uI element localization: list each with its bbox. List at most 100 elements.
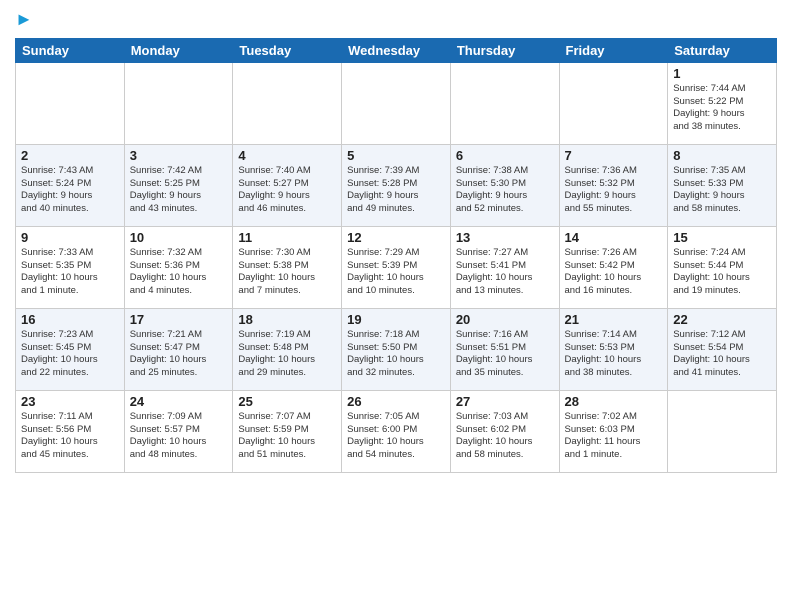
day-info: Sunrise: 7:02 AM Sunset: 6:03 PM Dayligh…: [565, 411, 663, 462]
day-number: 5: [347, 148, 445, 163]
day-number: 2: [21, 148, 119, 163]
day-number: 20: [456, 312, 554, 327]
day-number: 10: [130, 230, 228, 245]
day-info: Sunrise: 7:32 AM Sunset: 5:36 PM Dayligh…: [130, 247, 228, 298]
day-number: 26: [347, 394, 445, 409]
day-number: 19: [347, 312, 445, 327]
day-info: Sunrise: 7:11 AM Sunset: 5:56 PM Dayligh…: [21, 411, 119, 462]
calendar-cell: 23 Sunrise: 7:11 AM Sunset: 5:56 PM Dayli…: [16, 390, 125, 472]
day-number: 4: [238, 148, 336, 163]
day-info: Sunrise: 7:29 AM Sunset: 5:39 PM Dayligh…: [347, 247, 445, 298]
day-number: 6: [456, 148, 554, 163]
calendar-cell: 15 Sunrise: 7:24 AM Sunset: 5:44 PM Dayli…: [668, 226, 777, 308]
day-info: Sunrise: 7:44 AM Sunset: 5:22 PM Dayligh…: [673, 83, 771, 134]
header: ►: [15, 10, 777, 30]
day-info: Sunrise: 7:23 AM Sunset: 5:45 PM Dayligh…: [21, 329, 119, 380]
day-info: Sunrise: 7:12 AM Sunset: 5:54 PM Dayligh…: [673, 329, 771, 380]
calendar-cell: 16 Sunrise: 7:23 AM Sunset: 5:45 PM Dayli…: [16, 308, 125, 390]
day-number: 17: [130, 312, 228, 327]
day-info: Sunrise: 7:30 AM Sunset: 5:38 PM Dayligh…: [238, 247, 336, 298]
day-info: Sunrise: 7:21 AM Sunset: 5:47 PM Dayligh…: [130, 329, 228, 380]
calendar-cell: [450, 62, 559, 144]
logo-icon-shape: ►: [15, 9, 33, 29]
calendar-cell: 17 Sunrise: 7:21 AM Sunset: 5:47 PM Dayli…: [124, 308, 233, 390]
calendar-cell: 11 Sunrise: 7:30 AM Sunset: 5:38 PM Dayli…: [233, 226, 342, 308]
header-day-tuesday: Tuesday: [233, 38, 342, 62]
calendar-cell: [668, 390, 777, 472]
header-day-monday: Monday: [124, 38, 233, 62]
calendar-cell: 7 Sunrise: 7:36 AM Sunset: 5:32 PM Daylig…: [559, 144, 668, 226]
day-number: 1: [673, 66, 771, 81]
day-info: Sunrise: 7:33 AM Sunset: 5:35 PM Dayligh…: [21, 247, 119, 298]
day-number: 16: [21, 312, 119, 327]
day-info: Sunrise: 7:09 AM Sunset: 5:57 PM Dayligh…: [130, 411, 228, 462]
day-number: 7: [565, 148, 663, 163]
calendar-cell: 10 Sunrise: 7:32 AM Sunset: 5:36 PM Dayli…: [124, 226, 233, 308]
calendar-cell: 8Sunrise: 7:35 AM Sunset: 5:33 PM Daylig…: [668, 144, 777, 226]
calendar-cell: 22 Sunrise: 7:12 AM Sunset: 5:54 PM Dayli…: [668, 308, 777, 390]
day-number: 23: [21, 394, 119, 409]
header-day-friday: Friday: [559, 38, 668, 62]
calendar-header: SundayMondayTuesdayWednesdayThursdayFrid…: [16, 38, 777, 62]
calendar-cell: 27Sunrise: 7:03 AM Sunset: 6:02 PM Dayli…: [450, 390, 559, 472]
day-info: Sunrise: 7:24 AM Sunset: 5:44 PM Dayligh…: [673, 247, 771, 298]
calendar-cell: 4 Sunrise: 7:40 AM Sunset: 5:27 PM Daylig…: [233, 144, 342, 226]
day-number: 18: [238, 312, 336, 327]
day-number: 14: [565, 230, 663, 245]
week-row-1: 1 Sunrise: 7:44 AM Sunset: 5:22 PM Daylig…: [16, 62, 777, 144]
page-container: ► SundayMondayTuesdayWednesdayThursdayFr…: [0, 0, 792, 612]
day-number: 25: [238, 394, 336, 409]
day-number: 9: [21, 230, 119, 245]
week-row-4: 16 Sunrise: 7:23 AM Sunset: 5:45 PM Dayli…: [16, 308, 777, 390]
day-number: 3: [130, 148, 228, 163]
day-number: 13: [456, 230, 554, 245]
calendar-cell: 25Sunrise: 7:07 AM Sunset: 5:59 PM Dayli…: [233, 390, 342, 472]
calendar-table: SundayMondayTuesdayWednesdayThursdayFrid…: [15, 38, 777, 473]
logo: ►: [15, 10, 33, 30]
day-info: Sunrise: 7:40 AM Sunset: 5:27 PM Dayligh…: [238, 165, 336, 216]
calendar-body: 1 Sunrise: 7:44 AM Sunset: 5:22 PM Daylig…: [16, 62, 777, 472]
calendar-cell: 26 Sunrise: 7:05 AM Sunset: 6:00 PM Dayli…: [342, 390, 451, 472]
calendar-cell: 24 Sunrise: 7:09 AM Sunset: 5:57 PM Dayli…: [124, 390, 233, 472]
week-row-2: 2 Sunrise: 7:43 AM Sunset: 5:24 PM Daylig…: [16, 144, 777, 226]
day-number: 11: [238, 230, 336, 245]
header-day-sunday: Sunday: [16, 38, 125, 62]
day-number: 12: [347, 230, 445, 245]
calendar-cell: 20 Sunrise: 7:16 AM Sunset: 5:51 PM Dayli…: [450, 308, 559, 390]
week-row-5: 23 Sunrise: 7:11 AM Sunset: 5:56 PM Dayli…: [16, 390, 777, 472]
calendar-cell: 5Sunrise: 7:39 AM Sunset: 5:28 PM Daylig…: [342, 144, 451, 226]
week-row-3: 9 Sunrise: 7:33 AM Sunset: 5:35 PM Daylig…: [16, 226, 777, 308]
calendar-cell: [124, 62, 233, 144]
calendar-cell: 14 Sunrise: 7:26 AM Sunset: 5:42 PM Dayli…: [559, 226, 668, 308]
calendar-cell: 9 Sunrise: 7:33 AM Sunset: 5:35 PM Daylig…: [16, 226, 125, 308]
day-info: Sunrise: 7:16 AM Sunset: 5:51 PM Dayligh…: [456, 329, 554, 380]
day-number: 8: [673, 148, 771, 163]
calendar-cell: 18 Sunrise: 7:19 AM Sunset: 5:48 PM Dayli…: [233, 308, 342, 390]
calendar-cell: 12 Sunrise: 7:29 AM Sunset: 5:39 PM Dayli…: [342, 226, 451, 308]
header-day-wednesday: Wednesday: [342, 38, 451, 62]
day-number: 27: [456, 394, 554, 409]
header-day-saturday: Saturday: [668, 38, 777, 62]
day-number: 15: [673, 230, 771, 245]
day-info: Sunrise: 7:42 AM Sunset: 5:25 PM Dayligh…: [130, 165, 228, 216]
day-number: 28: [565, 394, 663, 409]
day-number: 22: [673, 312, 771, 327]
day-number: 24: [130, 394, 228, 409]
day-info: Sunrise: 7:43 AM Sunset: 5:24 PM Dayligh…: [21, 165, 119, 216]
header-row: SundayMondayTuesdayWednesdayThursdayFrid…: [16, 38, 777, 62]
day-info: Sunrise: 7:19 AM Sunset: 5:48 PM Dayligh…: [238, 329, 336, 380]
day-info: Sunrise: 7:05 AM Sunset: 6:00 PM Dayligh…: [347, 411, 445, 462]
calendar-cell: [342, 62, 451, 144]
calendar-cell: 1 Sunrise: 7:44 AM Sunset: 5:22 PM Daylig…: [668, 62, 777, 144]
day-info: Sunrise: 7:36 AM Sunset: 5:32 PM Dayligh…: [565, 165, 663, 216]
calendar-cell: 13Sunrise: 7:27 AM Sunset: 5:41 PM Dayli…: [450, 226, 559, 308]
day-info: Sunrise: 7:26 AM Sunset: 5:42 PM Dayligh…: [565, 247, 663, 298]
calendar-cell: 3 Sunrise: 7:42 AM Sunset: 5:25 PM Daylig…: [124, 144, 233, 226]
calendar-cell: 6Sunrise: 7:38 AM Sunset: 5:30 PM Daylig…: [450, 144, 559, 226]
calendar-cell: 2 Sunrise: 7:43 AM Sunset: 5:24 PM Daylig…: [16, 144, 125, 226]
logo-text-block: ►: [15, 10, 33, 30]
day-number: 21: [565, 312, 663, 327]
calendar-cell: [16, 62, 125, 144]
calendar-cell: 21Sunrise: 7:14 AM Sunset: 5:53 PM Dayli…: [559, 308, 668, 390]
day-info: Sunrise: 7:18 AM Sunset: 5:50 PM Dayligh…: [347, 329, 445, 380]
